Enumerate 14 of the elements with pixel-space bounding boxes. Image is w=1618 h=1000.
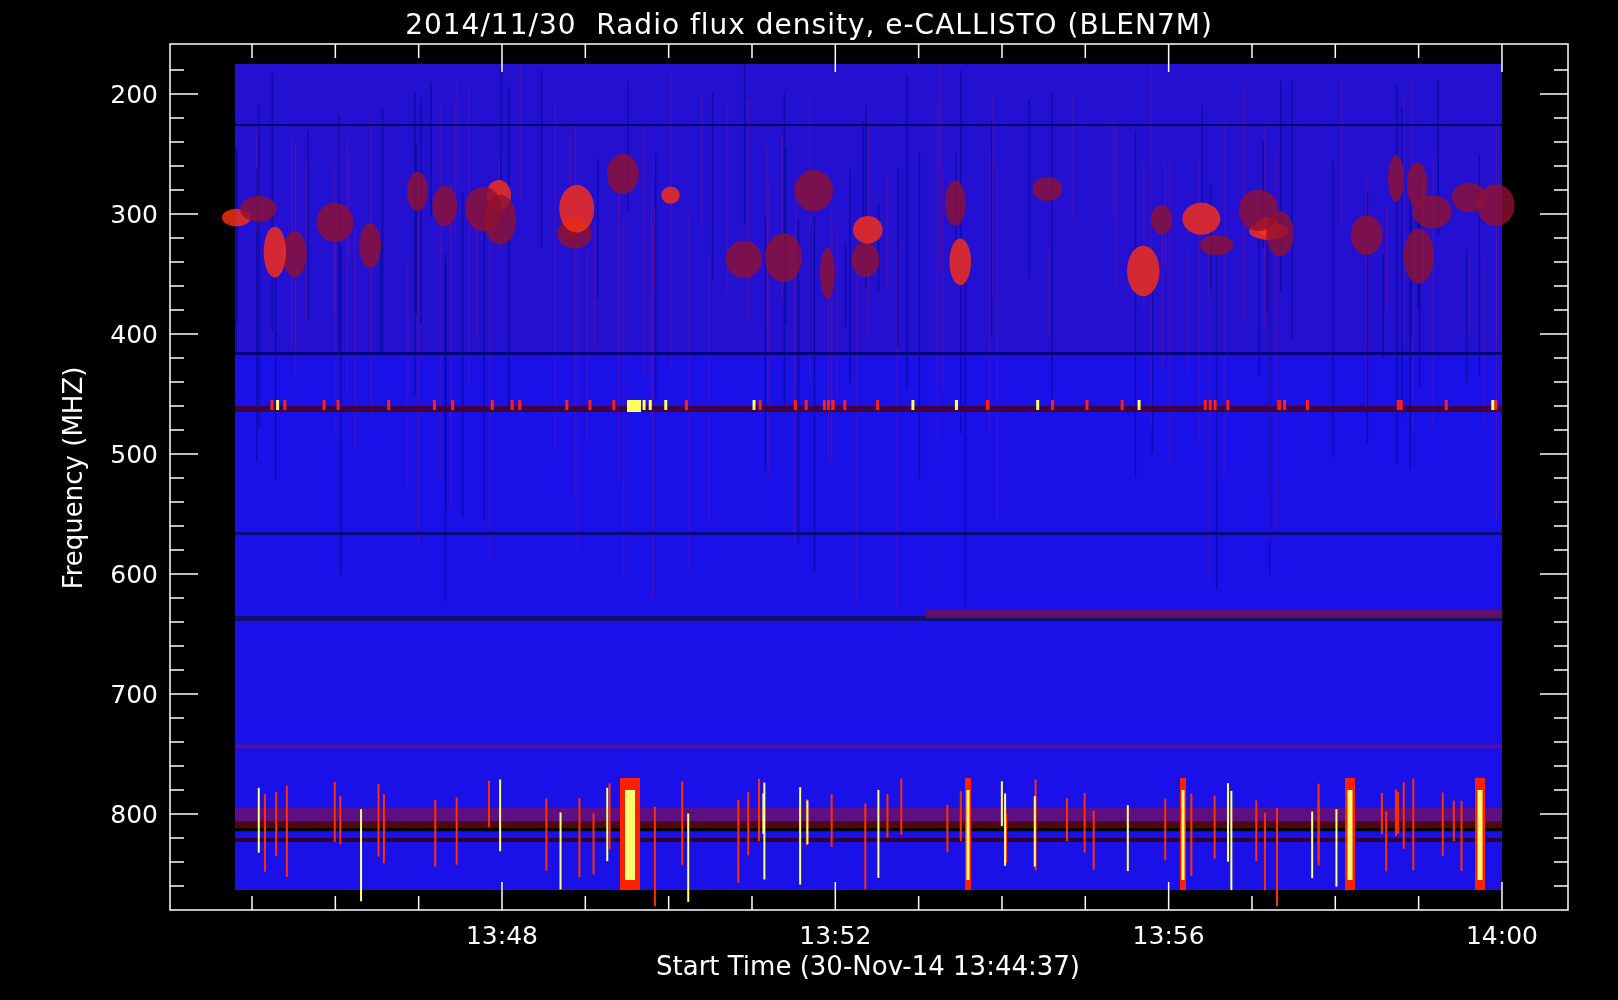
x-tick-label: 13:52 <box>799 921 872 950</box>
x-tick-label: 14:00 <box>1465 921 1538 950</box>
x-axis-title: Start Time (30-Nov-14 13:44:37) <box>656 951 1080 981</box>
y-tick-label: 800 <box>110 800 158 829</box>
y-axis-title: Frequency (MHZ) <box>58 366 88 590</box>
y-tick-label: 700 <box>110 680 158 709</box>
chart-title: 2014/11/30 Radio flux density, e-CALLISTO (BLEN7M) <box>405 7 1213 43</box>
y-tick-label: 600 <box>110 560 158 589</box>
x-tick-label: 13:56 <box>1132 921 1205 950</box>
y-tick-label: 200 <box>110 80 158 109</box>
y-tick-label: 400 <box>110 320 158 349</box>
y-tick-label: 300 <box>110 200 158 229</box>
x-tick-label: 13:48 <box>466 921 538 950</box>
y-tick-label: 500 <box>110 440 158 469</box>
